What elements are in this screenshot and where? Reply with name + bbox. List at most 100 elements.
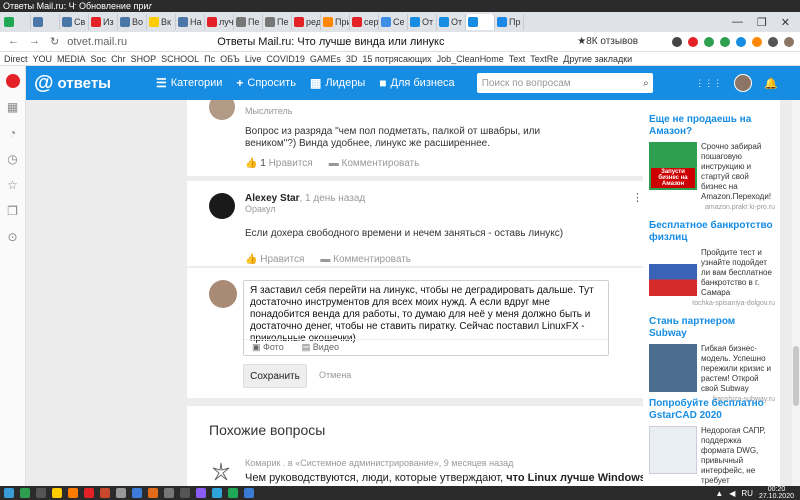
app-icon[interactable] xyxy=(164,488,174,498)
bookmark-item[interactable]: COVID19 xyxy=(266,54,305,64)
avatar[interactable] xyxy=(209,100,235,120)
photo-button[interactable]: ▣ Фото xyxy=(252,342,284,353)
bookmark-item[interactable]: Job_CleanHome xyxy=(437,54,504,64)
bell-icon[interactable]: ◔ xyxy=(9,126,16,140)
search-input[interactable]: Поиск по вопросам ⌕ xyxy=(476,73,653,93)
ad-block[interactable]: Попробуйте бесплатно GstarCAD 2020 Недор… xyxy=(649,398,775,486)
extension-icon[interactable] xyxy=(688,36,698,47)
username-text[interactable]: Alexey Star xyxy=(245,193,299,204)
browser-tab[interactable]: На xyxy=(176,14,205,30)
ad-image[interactable] xyxy=(649,426,697,474)
browser-tab[interactable]: От xyxy=(408,14,437,30)
bookmark-item[interactable]: Text xyxy=(509,54,526,64)
app-icon[interactable] xyxy=(148,488,158,498)
app-icon[interactable] xyxy=(52,488,62,498)
app-icon[interactable] xyxy=(20,488,30,498)
avatar[interactable] xyxy=(209,193,235,219)
window-title-1[interactable]: Ответы Mail.ru: Что ... xyxy=(0,1,76,11)
history-icon[interactable]: ◷ xyxy=(7,152,17,166)
bookmark-item[interactable]: TextRe xyxy=(530,54,558,64)
nav-leaders[interactable]: ▦ Лидеры xyxy=(310,76,365,90)
bookmark-item[interactable]: 3D xyxy=(346,54,358,64)
language-indicator[interactable]: RU xyxy=(741,489,753,498)
browser-tab[interactable]: Пе xyxy=(234,14,263,30)
profile-avatar[interactable] xyxy=(784,36,794,47)
avatar[interactable] xyxy=(209,460,233,484)
firefox-icon[interactable] xyxy=(68,488,78,498)
clock[interactable]: 00:20 27.10.2020 xyxy=(759,486,794,500)
star-icon[interactable]: ☆ xyxy=(7,178,18,192)
network-icon[interactable]: ▲ xyxy=(715,489,723,498)
browser-tab[interactable]: Во xyxy=(118,14,147,30)
yandex-icon[interactable] xyxy=(5,74,20,88)
comment-button[interactable]: ▬ Комментировать xyxy=(320,254,411,265)
ad-title[interactable]: Еще не продаешь на Амазон? xyxy=(649,114,775,138)
browser-tab[interactable]: От xyxy=(437,14,466,30)
reply-editor[interactable]: Я заставил себя перейти на линукс, чтобы… xyxy=(243,280,609,356)
bookmark-item[interactable]: ОБЪ xyxy=(220,54,240,64)
extension-icon[interactable] xyxy=(672,36,682,47)
browser-tab[interactable]: Св xyxy=(60,14,89,30)
avatar[interactable] xyxy=(209,280,237,308)
app-icon[interactable] xyxy=(36,488,46,498)
extension-icon[interactable] xyxy=(736,36,746,47)
close-icon[interactable]: ✕ xyxy=(781,16,790,29)
browser-tab[interactable]: Се xyxy=(379,14,408,30)
ad-source[interactable]: amazon.prakt ki-pro.ru xyxy=(649,204,775,211)
app-icon[interactable] xyxy=(244,488,254,498)
search-icon[interactable]: ⌕ xyxy=(643,78,649,89)
browser-tab[interactable]: Из xyxy=(89,14,118,30)
similar-question-link[interactable]: Чем руководствуются, люди, которые утвер… xyxy=(245,472,652,484)
username[interactable]: Alexey Star, 1 день назад xyxy=(245,193,637,204)
cancel-button[interactable]: Отмена xyxy=(319,370,351,380)
ad-title[interactable]: Стань партнером Subway xyxy=(649,316,775,340)
bell-icon[interactable]: 🔔 xyxy=(764,77,778,90)
save-button[interactable]: Сохранить xyxy=(243,364,307,388)
bookmark-item[interactable]: Другие закладки xyxy=(563,54,632,64)
app-icon[interactable] xyxy=(132,488,142,498)
yandex-browser-icon[interactable] xyxy=(84,488,94,498)
bookmark-item[interactable]: YOU xyxy=(33,54,53,64)
reload-icon[interactable]: ↻ xyxy=(50,35,59,48)
nav-business[interactable]: ■ Для бизнеса xyxy=(379,76,454,90)
browser-tab[interactable] xyxy=(31,14,60,30)
more-menu-icon[interactable]: ⋮ xyxy=(632,191,643,204)
bookmark-item[interactable]: SHOP xyxy=(131,54,157,64)
back-icon[interactable]: ← xyxy=(8,35,19,48)
url-field[interactable]: otvet.mail.ru xyxy=(67,36,217,48)
bookmark-item[interactable]: 15 потрясающих xyxy=(362,54,431,64)
site-logo[interactable]: @ ответы xyxy=(26,72,156,95)
collections-icon[interactable]: ❐ xyxy=(7,204,18,218)
bookmark-item[interactable]: Live xyxy=(245,54,262,64)
bookmark-item[interactable]: Пс xyxy=(204,54,215,64)
viber-icon[interactable] xyxy=(196,488,206,498)
video-button[interactable]: ▤ Видео xyxy=(302,342,339,353)
browser-tab[interactable]: ред xyxy=(292,14,321,30)
volume-icon[interactable]: ◀ xyxy=(729,489,735,498)
ad-title[interactable]: Попробуйте бесплатно GstarCAD 2020 xyxy=(649,398,775,422)
bookmark-item[interactable]: MEDIA xyxy=(57,54,86,64)
extension-icon[interactable] xyxy=(704,36,714,47)
nav-categories[interactable]: ☰ Категории xyxy=(156,76,222,90)
browser-tab[interactable]: При xyxy=(321,14,350,30)
ad-block[interactable]: Еще не продаешь на Амазон? Запусти бизне… xyxy=(649,114,775,211)
start-icon[interactable] xyxy=(4,488,14,498)
bookmark-item[interactable]: SCHOOL xyxy=(161,54,199,64)
app-icon[interactable] xyxy=(116,488,126,498)
window-title-2[interactable]: Обновление прило... xyxy=(76,1,152,11)
ad-image[interactable]: Запусти бизнес на Амазон xyxy=(649,142,697,190)
ad-image[interactable] xyxy=(649,344,697,392)
downloads-icon[interactable]: ⊙ xyxy=(7,230,17,244)
user-avatar[interactable] xyxy=(734,74,753,92)
browser-tab[interactable]: луч xyxy=(205,14,234,30)
ad-block[interactable]: Стань партнером Subway Гибкая бизнес-мод… xyxy=(649,316,775,403)
bookmark-item[interactable]: Direct xyxy=(4,54,28,64)
browser-tab[interactable]: Вк xyxy=(147,14,176,30)
extension-icon[interactable] xyxy=(768,36,778,47)
ad-image[interactable] xyxy=(649,248,697,296)
telegram-icon[interactable] xyxy=(212,488,222,498)
extension-icon[interactable] xyxy=(720,36,730,47)
bookmark-item[interactable]: GAMEs xyxy=(310,54,341,64)
browser-tab[interactable]: Пе xyxy=(263,14,292,30)
ad-source[interactable]: tochka-spisaniya-dolgov.ru xyxy=(649,300,775,307)
